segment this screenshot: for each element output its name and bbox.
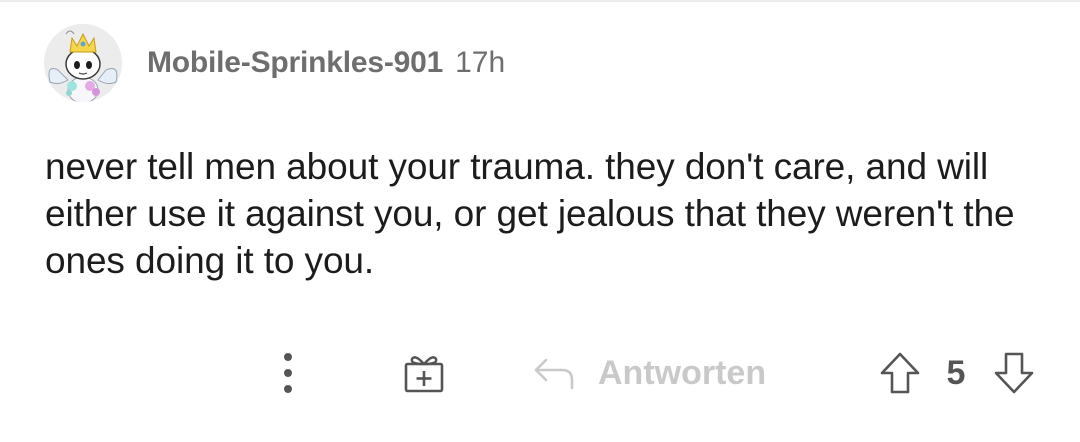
gift-icon xyxy=(404,356,444,393)
reply-label: Antworten xyxy=(598,353,767,392)
downvote-button[interactable] xyxy=(986,345,1042,401)
award-button[interactable] xyxy=(396,345,452,401)
more-options-button[interactable] xyxy=(268,345,308,401)
comment-timestamp: 17h xyxy=(455,46,506,79)
top-divider xyxy=(0,0,1080,2)
author-username[interactable]: Mobile-Sprinkles-901 xyxy=(147,46,443,80)
comment-action-bar: Antworten 5 xyxy=(0,345,1080,401)
upvote-arrow-icon xyxy=(880,352,920,394)
reply-arrow-icon xyxy=(534,358,574,390)
comment-header: Mobile-Sprinkles-901 17h xyxy=(44,24,505,102)
reply-button[interactable]: Antworten xyxy=(532,345,794,401)
downvote-arrow-icon xyxy=(994,352,1034,394)
snoo-avatar-icon xyxy=(44,24,122,102)
comment-body: never tell men about your trauma. they d… xyxy=(45,146,1015,281)
vote-count: 5 xyxy=(946,354,966,392)
avatar[interactable] xyxy=(44,24,122,102)
upvote-button[interactable] xyxy=(872,345,928,401)
more-vertical-icon xyxy=(284,353,292,393)
